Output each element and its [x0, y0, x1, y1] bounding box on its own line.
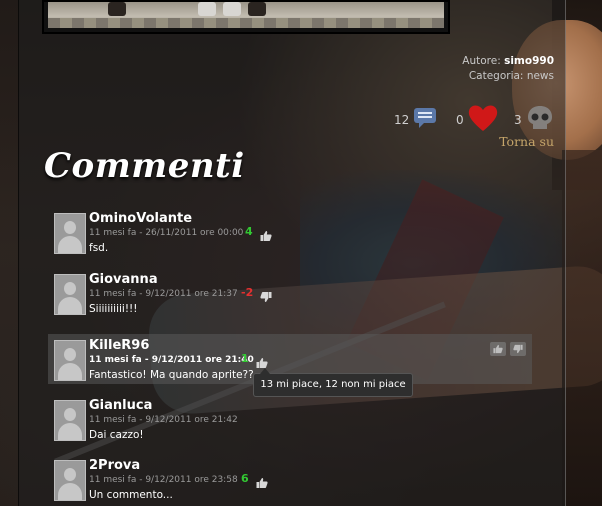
- back-to-top-link[interactable]: Torna su: [499, 134, 554, 149]
- comment-author[interactable]: Giovanna: [89, 272, 158, 287]
- comment-item: OminoVolante 11 mesi fa - 26/11/2011 ore…: [48, 207, 532, 257]
- post-meta: Autore: simo990 Categoria: news: [462, 54, 554, 84]
- author-link[interactable]: simo990: [504, 55, 554, 67]
- thumb-up-icon: [493, 344, 503, 354]
- comments-count: 12: [394, 113, 410, 127]
- like-button[interactable]: [490, 342, 506, 356]
- thumb-up-icon[interactable]: [256, 354, 268, 368]
- comment-item: Gianluca 11 mesi fa - 9/12/2011 ore 21:4…: [48, 394, 532, 444]
- category-link[interactable]: news: [527, 70, 554, 82]
- comment-text: Siiiiiiiiii!!!: [89, 303, 138, 315]
- heart-icon: [468, 104, 498, 136]
- comment-text: Dai cazzo!: [89, 429, 144, 441]
- dislike-button[interactable]: [510, 342, 526, 356]
- skulls-count: 3: [514, 113, 522, 127]
- avatar: [54, 213, 86, 254]
- comment-item: Giovanna 11 mesi fa - 9/12/2011 ore 21:3…: [48, 268, 532, 318]
- comment-item: 2Prova 11 mesi fa - 9/12/2011 ore 23:58 …: [48, 454, 532, 504]
- comment-date: 11 mesi fa - 9/12/2011 ore 21:42: [89, 415, 238, 425]
- avatar: [54, 460, 86, 501]
- thumb-up-icon[interactable]: [260, 227, 272, 241]
- comment-author[interactable]: Gianluca: [89, 398, 152, 413]
- post-image: [42, 0, 450, 34]
- avatar: [54, 400, 86, 441]
- comment-text: fsd.: [89, 242, 109, 254]
- comments-stat[interactable]: 12: [394, 104, 437, 136]
- category-label: Categoria:: [468, 70, 524, 82]
- avatar: [54, 340, 86, 381]
- comment-date: 11 mesi fa - 9/12/2011 ore 21:37: [89, 289, 238, 299]
- comment-date: 11 mesi fa - 26/11/2011 ore 00:00: [89, 228, 244, 238]
- comment-score: 1: [241, 352, 249, 365]
- author-label: Autore:: [462, 55, 501, 67]
- comment-score: 4: [245, 225, 253, 238]
- comments-heading: Commenti: [44, 146, 245, 186]
- comment-date: 11 mesi fa - 9/12/2011 ore 23:58: [89, 475, 238, 485]
- comment-text: Un commento...: [89, 489, 173, 501]
- vote-buttons: [490, 342, 526, 356]
- comment-score: 6: [241, 472, 249, 485]
- comment-author[interactable]: 2Prova: [89, 458, 140, 473]
- thumb-up-icon[interactable]: [256, 474, 268, 488]
- skulls-stat[interactable]: 3: [514, 104, 554, 136]
- comment-date: 11 mesi fa - 9/12/2011 ore 21:40: [89, 355, 254, 365]
- avatar: [54, 274, 86, 315]
- votes-tooltip: 13 mi piace, 12 non mi piace: [253, 368, 413, 397]
- thumb-down-icon[interactable]: [260, 288, 272, 302]
- likes-stat[interactable]: 0: [456, 104, 498, 136]
- likes-count: 0: [456, 113, 464, 127]
- comment-author[interactable]: OminoVolante: [89, 211, 192, 226]
- thumb-down-icon: [513, 344, 523, 354]
- comment-score: -2: [241, 286, 254, 299]
- speech-bubble-icon: [413, 106, 437, 134]
- comment-text: Fantastico! Ma quando aprite??: [89, 369, 254, 381]
- skull-icon: [526, 104, 554, 136]
- comment-author[interactable]: KilleR96: [89, 338, 149, 353]
